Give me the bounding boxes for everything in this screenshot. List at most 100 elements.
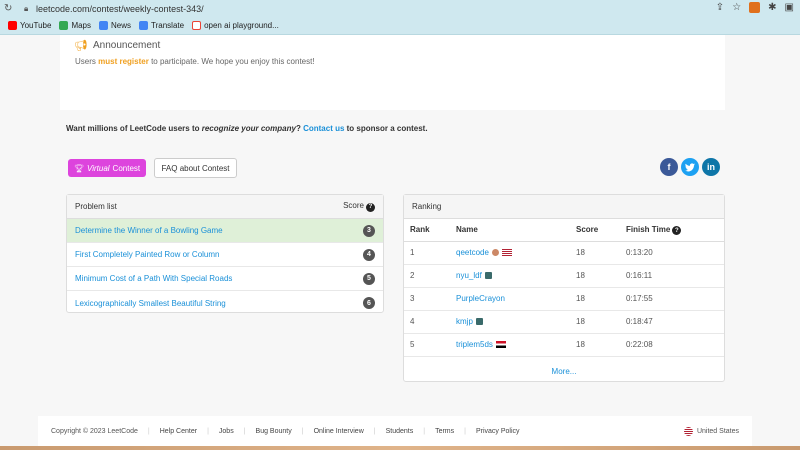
puzzle-icon[interactable]: ✱ [768, 2, 776, 13]
user-link[interactable]: nyu_ldf [456, 271, 482, 280]
url-text[interactable]: leetcode.com/contest/weekly-contest-343/ [36, 4, 204, 14]
copyright-text: Copyright © 2023 LeetCode [51, 427, 138, 435]
rank-cell: 2 [404, 264, 450, 288]
footer-link-terms[interactable]: Terms [435, 428, 454, 435]
divider: | [464, 427, 466, 435]
faq-button[interactable]: FAQ about Contest [154, 158, 237, 178]
bookmarks-bar: YouTube Maps News Translate open ai play… [0, 17, 800, 35]
footer-link-online-interview[interactable]: Online Interview [314, 428, 364, 435]
megaphone-icon: 📢︎ [74, 40, 88, 52]
problem-list-panel: Problem list Score? Determine the Winner… [66, 194, 384, 313]
address-bar[interactable]: ↻ 🔒︎ leetcode.com/contest/weekly-contest… [0, 0, 800, 17]
announcement-text: Users must register to participate. We h… [75, 57, 315, 66]
bookmark-openai[interactable]: open ai playground... [192, 21, 279, 30]
sidebar-icon[interactable]: ▣ [785, 2, 794, 13]
text-segment: Users [75, 57, 99, 66]
register-link[interactable]: register [119, 57, 148, 66]
text-segment: to sponsor a contest. [344, 124, 428, 133]
badge-icon [475, 318, 483, 326]
rank-cell: 1 [404, 241, 450, 265]
user-link[interactable]: qeetcode [456, 248, 489, 257]
text-segment: recognize your company [201, 124, 296, 133]
problem-title-link[interactable]: Determine the Winner of a Bowling Game [75, 226, 223, 235]
bookmark-maps[interactable]: Maps [59, 21, 91, 30]
google-icon [192, 21, 202, 30]
virtual-contest-button[interactable]: 🏆︎ Virtual Contest [68, 159, 146, 177]
lock-icon[interactable]: 🔒︎ [24, 4, 32, 14]
footer-link-students[interactable]: Students [386, 428, 414, 435]
table-row: 3 PurpleCrayon 18 0:17:55 [404, 287, 724, 311]
user-link[interactable]: kmjp [456, 317, 473, 326]
table-row: 1 qeetcode 18 0:13:20 [404, 241, 724, 265]
button-label: Virtual [87, 163, 110, 173]
score-badge: 3 [363, 224, 375, 237]
problem-list-header: Problem list Score? [67, 195, 383, 219]
table-row: 4 kmjp 18 0:18:47 [404, 310, 724, 334]
problem-title-link[interactable]: First Completely Painted Row or Column [75, 250, 220, 259]
problem-row[interactable]: Lexicographically Smallest Beautiful Str… [67, 291, 383, 315]
bookmark-label: News [111, 21, 132, 30]
ranking-header: Ranking [404, 195, 724, 219]
footer-link-help-center[interactable]: Help Center [160, 428, 197, 435]
us-flag-icon [501, 249, 512, 257]
footer-link-jobs[interactable]: Jobs [219, 428, 234, 435]
ranking-title: Ranking [412, 202, 442, 211]
score-badge: 6 [363, 297, 375, 309]
egypt-flag-icon [495, 341, 506, 349]
country-label: United States [696, 427, 739, 435]
problem-row[interactable]: Minimum Cost of a Path With Special Road… [67, 267, 383, 291]
footer-link-privacy-policy[interactable]: Privacy Policy [476, 428, 520, 435]
problem-title-link[interactable]: Minimum Cost of a Path With Special Road… [75, 274, 232, 283]
question-icon[interactable]: ? [672, 226, 682, 235]
sponsor-text: Want millions of LeetCode users to recog… [66, 124, 428, 133]
score-cell: 18 [570, 264, 620, 288]
linkedin-icon[interactable]: in [702, 158, 720, 176]
taskbar [0, 446, 800, 450]
problem-row[interactable]: First Completely Painted Row or Column 4 [67, 243, 383, 267]
bookmark-translate[interactable]: Translate [139, 21, 184, 30]
name-column-header: Name [450, 219, 570, 242]
divider: | [373, 427, 376, 435]
divider: | [147, 427, 150, 435]
user-link[interactable]: PurpleCrayon [456, 294, 505, 303]
bookmark-label: YouTube [20, 21, 52, 30]
announcement-section: 📢︎ Announcement Users must register to p… [60, 35, 725, 110]
share-icon[interactable]: ⇪ [716, 2, 724, 13]
divider: | [423, 427, 426, 435]
bookmark-label: open ai playground... [204, 21, 279, 30]
bookmark-youtube[interactable]: YouTube [8, 21, 51, 30]
bookmark-label: Maps [71, 21, 91, 30]
bookmark-news[interactable]: News [99, 21, 131, 30]
finish-time-cell: 0:16:11 [620, 264, 724, 288]
score-badge: 4 [363, 248, 375, 261]
score-cell: 18 [570, 333, 620, 357]
maps-icon [59, 21, 69, 30]
footer-link-bug-bounty[interactable]: Bug Bounty [256, 428, 292, 435]
divider: | [243, 427, 246, 435]
divider: | [207, 427, 209, 435]
finish-time-cell: 0:17:55 [620, 287, 724, 311]
must-text: must [98, 57, 118, 66]
question-icon[interactable]: ? [366, 202, 375, 212]
star-icon[interactable]: ☆ [732, 2, 741, 13]
problem-list-title: Problem list [75, 202, 117, 211]
name-cell: PurpleCrayon [450, 287, 570, 311]
user-link[interactable]: triplem5ds [456, 340, 493, 349]
reload-icon[interactable]: ↻ [4, 3, 14, 14]
twitter-icon[interactable] [681, 158, 699, 176]
youtube-icon [8, 21, 17, 30]
facebook-icon[interactable]: f [660, 158, 678, 176]
name-cell: qeetcode [450, 241, 570, 265]
rank-cell: 5 [404, 333, 450, 357]
problem-title-link[interactable]: Lexicographically Smallest Beautiful Str… [75, 299, 226, 308]
country-selector[interactable]: United States [681, 426, 739, 436]
table-row: 2 nyu_ldf 18 0:16:11 [404, 264, 724, 288]
announcement-heading: Announcement [92, 40, 161, 51]
contact-us-link[interactable]: Contact us [303, 124, 344, 133]
region-china-icon [491, 249, 499, 257]
trophy-icon: 🏆︎ [73, 163, 85, 173]
more-rankings-link[interactable]: More... [404, 357, 724, 386]
extension-icon[interactable] [749, 2, 761, 13]
problem-row[interactable]: Determine the Winner of a Bowling Game 3 [67, 219, 383, 243]
rank-column-header: Rank [404, 219, 450, 242]
